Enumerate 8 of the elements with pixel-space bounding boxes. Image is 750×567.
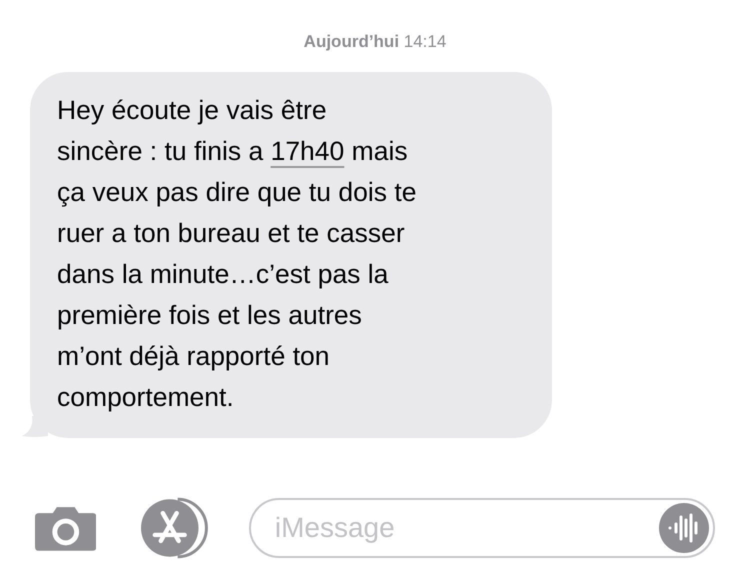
camera-icon[interactable]: [35, 505, 96, 551]
audio-wave-icon[interactable]: [659, 503, 709, 553]
message-text: Hey écoute je vais être sincère : tu finis a 17h40 mais ça veux pas dire que tu dois te ruer a ton bureau et te casser dans la minute…c’est pas la première fois et les autres m’ont déjà rapporté ton comportement.: [57, 94, 418, 414]
timestamp: Aujourd’hui 14:14: [304, 31, 446, 51]
message-input[interactable]: iMessage: [274, 507, 659, 549]
app-store-icon[interactable]: [141, 497, 209, 559]
time-link[interactable]: 17h40: [270, 136, 344, 166]
message-field[interactable]: iMessage: [248, 498, 715, 558]
